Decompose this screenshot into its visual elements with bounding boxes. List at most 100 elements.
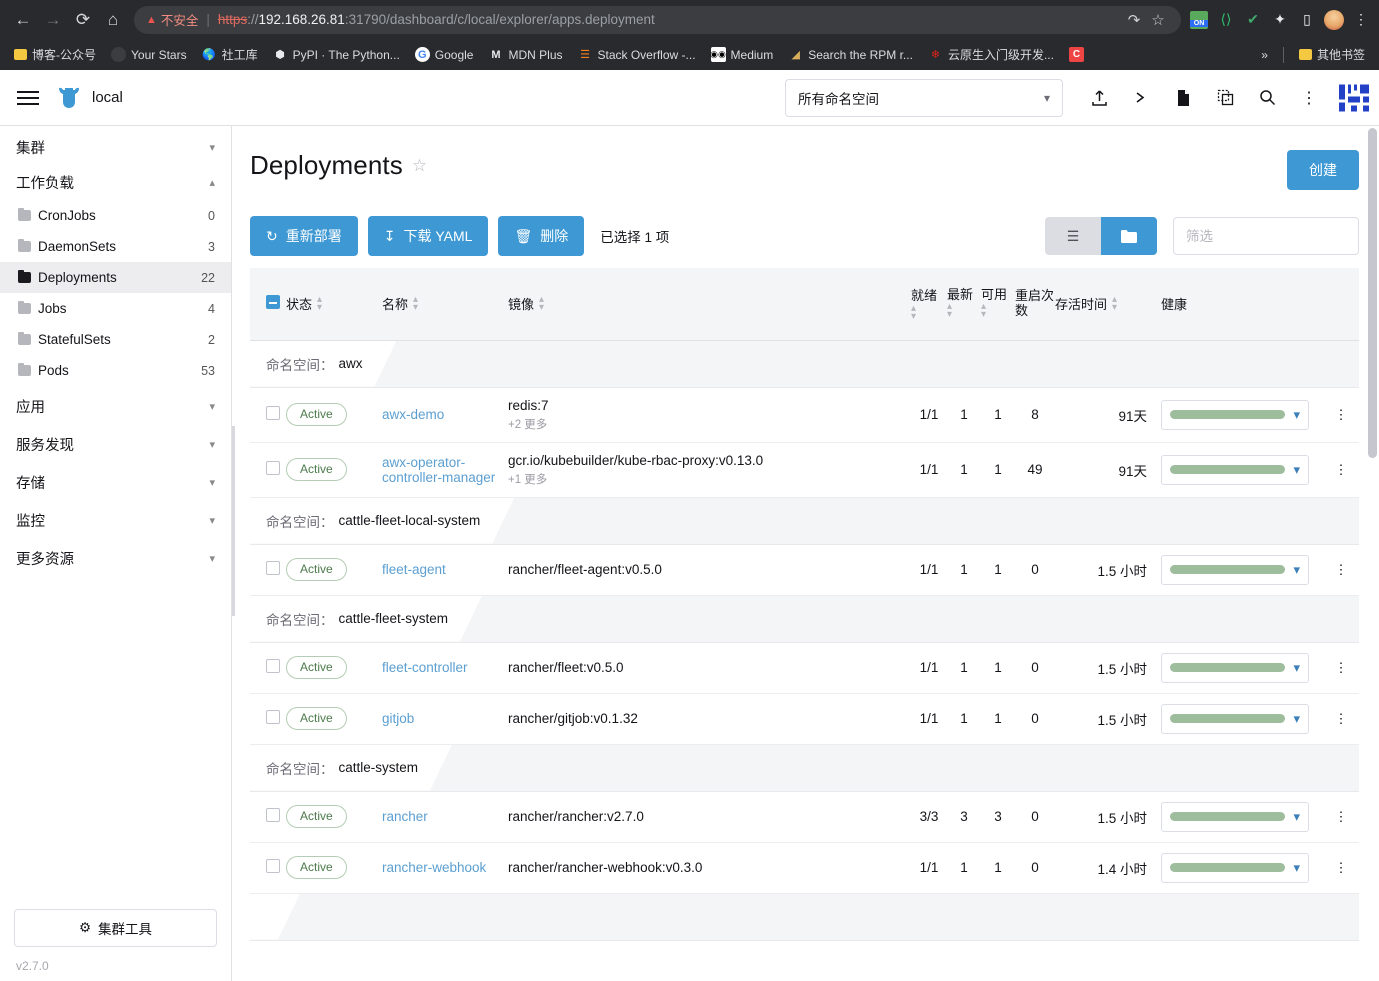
row-actions-button[interactable]: ⋮ <box>1323 693 1359 745</box>
brackets-icon[interactable]: ⟨⟩ <box>1216 10 1236 30</box>
more-options-icon[interactable]: ⋮ <box>1289 78 1329 118</box>
bookmark-item[interactable]: C <box>1063 44 1090 65</box>
bookmark-item[interactable]: Your Stars <box>105 44 193 65</box>
deployment-link[interactable]: fleet-controller <box>382 660 468 675</box>
home-button[interactable]: ⌂ <box>98 5 128 35</box>
row-name-cell[interactable]: awx-operator-controller-manager <box>382 442 508 498</box>
sidebar-item-statefulsets[interactable]: StatefulSets 2 <box>0 324 231 355</box>
column-header-state[interactable]: 状态 ▴ ▾ <box>286 268 382 341</box>
column-header-available[interactable]: 可用 ▴ ▾ <box>981 268 1015 341</box>
bookmarks-overflow-button[interactable]: » <box>1255 45 1274 65</box>
row-health-cell[interactable]: ▾ <box>1161 842 1323 894</box>
row-health-cell[interactable]: ▾ <box>1161 693 1323 745</box>
sidebar-scrollbar[interactable] <box>232 426 235 616</box>
row-checkbox[interactable] <box>266 808 280 822</box>
sidepanel-icon[interactable]: ▯ <box>1297 10 1317 30</box>
row-select-cell[interactable] <box>250 544 286 596</box>
deployment-link[interactable]: awx-operator-controller-manager <box>382 455 495 485</box>
row-name-cell[interactable]: awx-demo <box>382 387 508 443</box>
bookmark-item[interactable]: ⬢ PyPI · The Python... <box>267 44 406 65</box>
chevron-down-icon[interactable]: ▾ <box>1293 660 1300 676</box>
row-name-cell[interactable]: gitjob <box>382 693 508 745</box>
table-row[interactable]: Active awx-operator-controller-manager g… <box>250 442 1359 498</box>
health-indicator[interactable]: ▾ <box>1161 399 1309 430</box>
bookmark-item[interactable]: ◉◉ Medium <box>705 44 780 65</box>
table-row[interactable]: Active awx-demo redis:7 +2 更多 1/1 1 1 8 … <box>250 387 1359 443</box>
select-all-header[interactable] <box>250 268 286 341</box>
column-header-uptodate[interactable]: 最新 ▴ ▾ <box>947 268 981 341</box>
cluster-tools-button[interactable]: ⚙ 集群工具 <box>14 909 217 947</box>
health-indicator[interactable]: ▾ <box>1161 852 1309 883</box>
adblock-on-icon[interactable]: ON <box>1189 10 1209 30</box>
chevron-down-icon[interactable]: ▾ <box>1293 711 1300 727</box>
deployment-link[interactable]: rancher-webhook <box>382 860 486 875</box>
row-select-cell[interactable] <box>250 693 286 745</box>
forward-button[interactable]: → <box>38 5 68 35</box>
row-checkbox[interactable] <box>266 859 280 873</box>
health-indicator[interactable]: ▾ <box>1161 652 1309 683</box>
row-actions-button[interactable]: ⋮ <box>1323 842 1359 894</box>
namespace-filter-select[interactable]: 所有命名空间 ▾ <box>785 78 1063 117</box>
health-indicator[interactable]: ▾ <box>1161 454 1309 485</box>
row-actions-button[interactable]: ⋮ <box>1323 387 1359 443</box>
address-bar[interactable]: ▲ 不安全 | https :// 192.168.26.81 :31790/d… <box>134 5 1181 34</box>
deployment-link[interactable]: fleet-agent <box>382 562 446 577</box>
row-checkbox[interactable] <box>266 561 280 575</box>
row-actions-button[interactable]: ⋮ <box>1323 442 1359 498</box>
row-name-cell[interactable]: fleet-agent <box>382 544 508 596</box>
table-row[interactable]: Active fleet-controller rancher/fleet:v0… <box>250 642 1359 694</box>
row-select-cell[interactable] <box>250 791 286 843</box>
table-row[interactable]: Active gitjob rancher/gitjob:v0.1.32 1/1… <box>250 693 1359 745</box>
row-actions-button[interactable]: ⋮ <box>1323 642 1359 694</box>
deployment-link[interactable]: awx-demo <box>382 407 444 422</box>
row-health-cell[interactable]: ▾ <box>1161 387 1323 443</box>
select-all-checkbox[interactable] <box>266 295 280 310</box>
kubectl-shell-icon[interactable] <box>1121 78 1161 118</box>
sidebar-group-apps[interactable]: 应用 ▾ <box>0 389 231 424</box>
sidebar-item-pods[interactable]: Pods 53 <box>0 355 231 386</box>
chevron-down-icon[interactable]: ▾ <box>1293 860 1300 876</box>
favorite-star-icon[interactable]: ☆ <box>412 156 427 176</box>
row-actions-button[interactable]: ⋮ <box>1323 544 1359 596</box>
sidebar-group-storage[interactable]: 存储 ▾ <box>0 465 231 500</box>
column-header-ready[interactable]: 就绪 ▴ ▾ <box>911 268 947 341</box>
namespace-group-header[interactable]: 命名空间： cattle-fleet-local-system <box>250 497 1359 545</box>
sidebar-item-cronjobs[interactable]: CronJobs 0 <box>0 200 231 231</box>
chevron-down-icon[interactable]: ▾ <box>1293 407 1300 423</box>
sidebar-item-daemonsets[interactable]: DaemonSets 3 <box>0 231 231 262</box>
download-yaml-button[interactable]: ↧ 下载 YAML <box>367 216 489 256</box>
health-indicator[interactable]: ▾ <box>1161 801 1309 832</box>
row-checkbox[interactable] <box>266 461 280 475</box>
bookmark-item[interactable]: 🌎 社工库 <box>196 43 264 66</box>
sidebar-group-service-discovery[interactable]: 服务发现 ▾ <box>0 427 231 462</box>
cluster-indicator[interactable]: local <box>56 86 123 110</box>
table-row[interactable]: Active fleet-agent rancher/fleet-agent:v… <box>250 544 1359 596</box>
bookmark-item[interactable]: M MDN Plus <box>482 44 568 65</box>
page-scrollbar[interactable] <box>1368 126 1377 981</box>
group-view-icon[interactable] <box>1101 217 1157 255</box>
row-select-cell[interactable] <box>250 842 286 894</box>
copy-kubeconfig-icon[interactable] <box>1205 78 1245 118</box>
column-header-age[interactable]: 存活时间 ▴ ▾ <box>1055 268 1161 341</box>
puzzle-extension-icon[interactable]: ✦ <box>1270 10 1290 30</box>
import-yaml-icon[interactable] <box>1079 78 1119 118</box>
bookmark-item[interactable]: ◢ Search the RPM r... <box>782 44 919 65</box>
yaml-file-icon[interactable] <box>1163 78 1203 118</box>
row-select-cell[interactable] <box>250 642 286 694</box>
bookmark-item[interactable]: ❄ 云原生入门级开发... <box>922 43 1060 66</box>
table-row[interactable]: Active rancher-webhook rancher/rancher-w… <box>250 842 1359 894</box>
other-bookmarks-button[interactable]: 其他书签 <box>1293 43 1371 66</box>
bookmark-star-icon[interactable]: ☆ <box>1147 11 1169 29</box>
row-select-cell[interactable] <box>250 387 286 443</box>
sidebar-group-more-resources[interactable]: 更多资源 ▾ <box>0 541 231 576</box>
row-health-cell[interactable]: ▾ <box>1161 642 1323 694</box>
sidebar-group-cluster[interactable]: 集群 ▾ <box>0 130 231 165</box>
sidebar-group-workloads[interactable]: 工作负载 ▴ <box>0 165 231 200</box>
row-health-cell[interactable]: ▾ <box>1161 442 1323 498</box>
sidebar-group-monitoring[interactable]: 监控 ▾ <box>0 503 231 538</box>
health-indicator[interactable]: ▾ <box>1161 703 1309 734</box>
deployment-link[interactable]: rancher <box>382 809 428 824</box>
chevron-down-icon[interactable]: ▾ <box>1293 562 1300 578</box>
row-name-cell[interactable]: rancher-webhook <box>382 842 508 894</box>
redeploy-button[interactable]: ↻ 重新部署 <box>250 216 358 256</box>
